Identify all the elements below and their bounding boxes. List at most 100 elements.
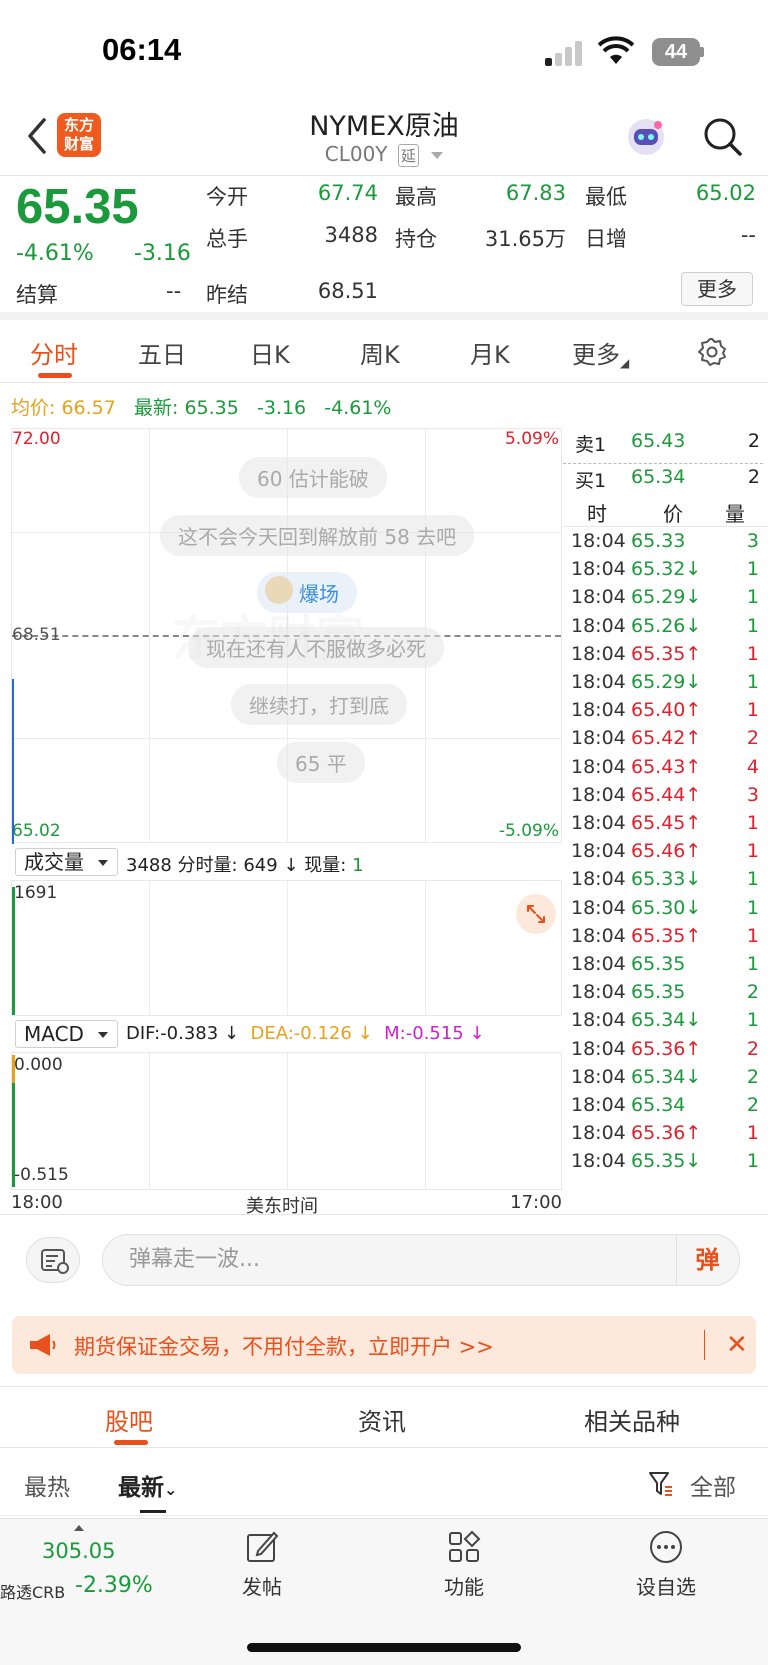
low-label: 最低 bbox=[585, 185, 627, 209]
tick-time: 18:04 bbox=[571, 699, 626, 722]
macd-info: DIF:-0.383 ↓ DEA:-0.126 ↓ M:-0.515 ↓ bbox=[126, 1023, 485, 1044]
tab-forum[interactable]: 股吧 bbox=[105, 1402, 153, 1437]
indicator-select-macd[interactable]: MACD bbox=[15, 1020, 118, 1048]
arrow-up-icon: ↑ bbox=[685, 755, 702, 778]
danmu-input[interactable]: 弹幕走一波... bbox=[102, 1234, 740, 1286]
sort-hot[interactable]: 最热 bbox=[24, 1468, 70, 1502]
tick-row: 18:04 65.33↓ 1 bbox=[563, 868, 763, 898]
tick-price: 65.42↑ bbox=[631, 727, 702, 750]
macd-dea-bar bbox=[12, 1055, 15, 1083]
tab-monthly-k[interactable]: 月K bbox=[470, 335, 510, 370]
chevron-down-icon bbox=[98, 860, 108, 866]
tick-qty: 1 bbox=[746, 614, 759, 637]
tick-time: 18:04 bbox=[571, 840, 626, 863]
tick-qty: 1 bbox=[746, 840, 759, 863]
danmu-bubble: 这不会今天回到解放前 58 去吧 bbox=[160, 515, 475, 556]
danmu-send-button[interactable]: 弹 bbox=[676, 1235, 738, 1285]
open-interest-label: 持仓 bbox=[395, 227, 437, 251]
tick-row: 18:04 65.32↓ 1 bbox=[563, 558, 763, 588]
prev-settle-label: 昨结 bbox=[206, 283, 248, 307]
tick-row: 18:04 65.34↓ 1 bbox=[563, 1009, 763, 1039]
tick-row: 18:04 65.44↑ 3 bbox=[563, 784, 763, 814]
cow-avatar-icon bbox=[265, 576, 293, 604]
tick-qty: 1 bbox=[746, 642, 759, 665]
ticks-header-time: 时 bbox=[587, 502, 607, 526]
tab-news[interactable]: 资讯 bbox=[358, 1402, 406, 1437]
active-sort-underline bbox=[140, 1510, 166, 1513]
function-button[interactable]: 功能 bbox=[419, 1529, 509, 1600]
megaphone-icon bbox=[30, 1334, 56, 1356]
expand-icon[interactable] bbox=[516, 894, 556, 934]
ticks-header: 时 价 量 bbox=[563, 495, 768, 527]
arrow-down-icon: ↓ bbox=[685, 1009, 702, 1032]
tick-row: 18:04 65.35 2 bbox=[563, 981, 763, 1011]
change-percent: -4.61% bbox=[16, 241, 94, 266]
status-bar: 06:14 44 bbox=[0, 0, 768, 100]
danmu-bubble: 现在还有人不服做多必死 bbox=[188, 627, 444, 668]
tab-daily-k[interactable]: 日K bbox=[250, 335, 290, 370]
tick-price: 65.40↑ bbox=[631, 699, 702, 722]
time-start: 18:00 bbox=[11, 1192, 63, 1213]
tick-row: 18:04 65.34 2 bbox=[563, 1094, 763, 1124]
gear-icon[interactable] bbox=[697, 337, 727, 367]
tab-five-day[interactable]: 五日 bbox=[138, 335, 186, 370]
tick-row: 18:04 65.35↑ 1 bbox=[563, 925, 763, 955]
chart-period-tabs: 分时 五日 日K 周K 月K 更多◢ bbox=[0, 321, 768, 383]
tick-price: 65.33↓ bbox=[631, 868, 702, 891]
assistant-robot-icon[interactable] bbox=[624, 115, 668, 159]
arrow-down-icon: ↓ bbox=[357, 1023, 373, 1044]
price-summary-bar: 均价: 66.57 最新: 65.35 -3.16 -4.61% bbox=[11, 393, 391, 420]
tick-price: 65.35↑ bbox=[631, 924, 702, 947]
filter-icon[interactable] bbox=[648, 1470, 674, 1498]
arrow-down-icon: ↓ bbox=[685, 1065, 702, 1088]
current-value: 1 bbox=[352, 855, 364, 876]
more-quote-button[interactable]: 更多 bbox=[681, 272, 753, 306]
close-icon[interactable]: ✕ bbox=[726, 1330, 748, 1360]
tick-row: 18:04 65.35 1 bbox=[563, 953, 763, 983]
tick-qty: 1 bbox=[746, 586, 759, 609]
indicator-select-volume[interactable]: 成交量 bbox=[15, 848, 118, 876]
volume-header: 成交量 3488 分时量: 649 ↓ 现量: 1 bbox=[11, 846, 562, 880]
arrow-up-icon: ↑ bbox=[685, 1122, 702, 1145]
settle-value: -- bbox=[166, 279, 182, 303]
macd-header: MACD DIF:-0.383 ↓ DEA:-0.126 ↓ M:-0.515 … bbox=[11, 1018, 562, 1052]
tab-related[interactable]: 相关品种 bbox=[584, 1402, 680, 1437]
tick-time: 18:04 bbox=[571, 812, 626, 834]
delay-tag: 延 bbox=[397, 144, 419, 167]
macd-y-min: -0.515 bbox=[14, 1165, 69, 1185]
promo-banner[interactable]: 期货保证金交易，不用付全款，立即开户 >> ✕ bbox=[12, 1316, 756, 1374]
index-value: 305.05 bbox=[42, 1539, 116, 1563]
danmu-bubble: 60 估计能破 bbox=[239, 457, 387, 498]
more-dots-icon bbox=[650, 1531, 682, 1563]
add-watchlist-button[interactable]: 设自选 bbox=[621, 1529, 711, 1600]
tab-intraday[interactable]: 分时 bbox=[30, 335, 78, 370]
danmu-settings-icon[interactable] bbox=[26, 1237, 80, 1283]
intraday-chart[interactable]: 东方财富 72.00 68.51 65.02 5.09% -5.09% 60 估… bbox=[11, 428, 562, 844]
tick-price: 65.26↓ bbox=[631, 614, 702, 637]
high-label: 最高 bbox=[395, 185, 437, 209]
battery-icon: 44 bbox=[652, 38, 700, 66]
tick-time: 18:04 bbox=[571, 614, 626, 637]
macd-chart[interactable]: 0.000 -0.515 bbox=[11, 1052, 562, 1190]
arrow-down-icon: ↓ bbox=[469, 1023, 485, 1044]
tick-time: 18:04 bbox=[571, 671, 626, 693]
tick-time: 18:04 bbox=[571, 981, 626, 1004]
volume-chart[interactable]: 1691 bbox=[11, 880, 562, 1016]
bid-row: 买1 65.34 2 bbox=[563, 466, 760, 498]
filter-all[interactable]: 全部 bbox=[690, 1468, 736, 1502]
pct-axis-min: -5.09% bbox=[498, 821, 559, 841]
post-button[interactable]: 发帖 bbox=[217, 1529, 307, 1600]
bid-label: 买1 bbox=[575, 470, 607, 492]
tab-weekly-k[interactable]: 周K bbox=[360, 335, 400, 370]
macd-dif: DIF:-0.383 bbox=[126, 1023, 219, 1044]
tab-more[interactable]: 更多◢ bbox=[572, 335, 629, 370]
arrow-up-icon: ↑ bbox=[685, 727, 702, 750]
macd-dea: DEA:-0.126 bbox=[250, 1023, 352, 1044]
tick-row: 18:04 65.26↓ 1 bbox=[563, 615, 763, 645]
search-icon[interactable] bbox=[700, 114, 744, 158]
tick-price: 65.35↑ bbox=[631, 642, 702, 665]
sort-latest[interactable]: 最新⌄ bbox=[118, 1468, 177, 1502]
volume-total: 3488 bbox=[126, 855, 172, 876]
post-label: 发帖 bbox=[242, 1575, 282, 1599]
bid-price: 65.34 bbox=[631, 466, 686, 488]
